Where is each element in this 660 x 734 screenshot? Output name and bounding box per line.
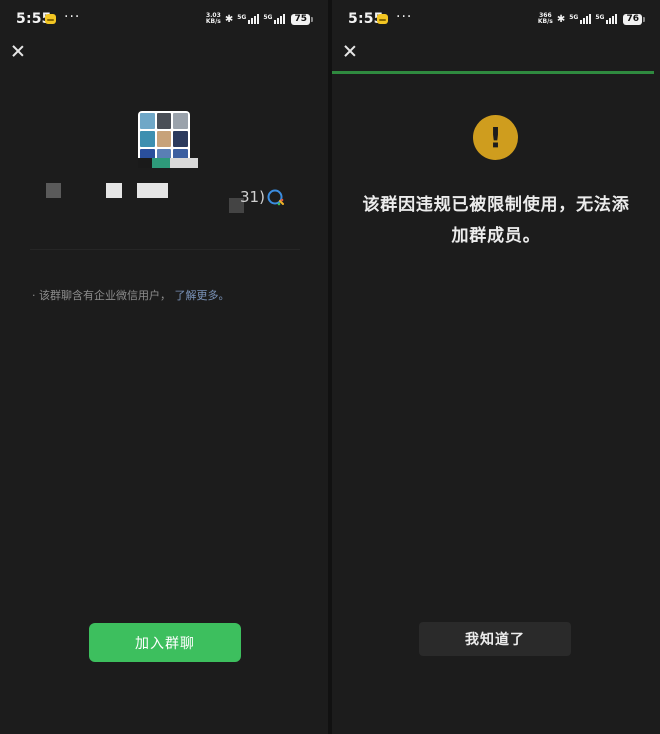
battery-icon: 76 [623,13,645,25]
emoji-status-icon [377,14,388,24]
more-dots-icon: ··· [64,9,81,25]
bluetooth-icon: ✱ [224,13,234,25]
restriction-message-line-1: 该群因违规已被限制使用，无法添 [362,195,630,215]
notice-text: · 该群聊含有企业微信用户， [32,289,171,302]
redacted-name-block-3 [137,183,168,198]
battery-icon: 75 [291,13,313,25]
restriction-message-line-2: 加群成员。 [451,226,541,246]
redacted-name-block-2 [106,183,122,198]
got-it-button[interactable]: 我知道了 [419,622,571,656]
signal-icon-2: 5G [595,14,618,24]
enterprise-notice: · 该群聊含有企业微信用户， 了解更多。 [32,287,230,303]
network-speed: 3.03 KB/s [205,12,221,25]
network-speed: 366 KB/s [537,12,553,25]
close-icon[interactable] [8,40,28,62]
signal-icon-2: 5G [263,14,286,24]
wework-icon [267,189,284,206]
restriction-message: 该群因违规已被限制使用，无法添 加群成员。 [352,190,640,252]
emoji-status-icon [45,14,56,24]
status-bar: 5:55 ··· 366 KB/s ✱ 5G 5G 76 [332,0,660,36]
bluetooth-icon: ✱ [556,13,566,25]
restricted-group-screen: 5:55 ··· 366 KB/s ✱ 5G 5G 76 ! 该群因违规已被限制… [332,0,660,734]
learn-more-link[interactable]: 了解更多。 [175,289,230,302]
redacted-avatar-overlay [138,158,152,168]
close-icon[interactable] [340,40,360,62]
page-load-progress [332,71,654,74]
divider [30,249,300,250]
status-bar: 5:55 ··· 3.03 KB/s ✱ 5G 5G 75 [0,0,328,36]
redacted-name-block [46,183,61,198]
signal-icon: 5G [569,14,592,24]
join-group-button[interactable]: 加入群聊 [89,623,241,662]
redacted-avatar-overlay-3 [170,158,198,168]
more-dots-icon: ··· [396,9,413,25]
progress-fill [332,71,654,74]
join-group-screen: 5:55 ··· 3.03 KB/s ✱ 5G 5G 75 31) · 该群聊含… [0,0,328,734]
status-indicators: 366 KB/s ✱ 5G 5G 76 [537,12,645,26]
warning-icon: ! [473,115,518,160]
redacted-avatar-overlay-2 [152,158,170,168]
status-indicators: 3.03 KB/s ✱ 5G 5G 75 [205,12,313,26]
signal-icon: 5G [237,14,260,24]
member-count: 31) [240,188,265,206]
